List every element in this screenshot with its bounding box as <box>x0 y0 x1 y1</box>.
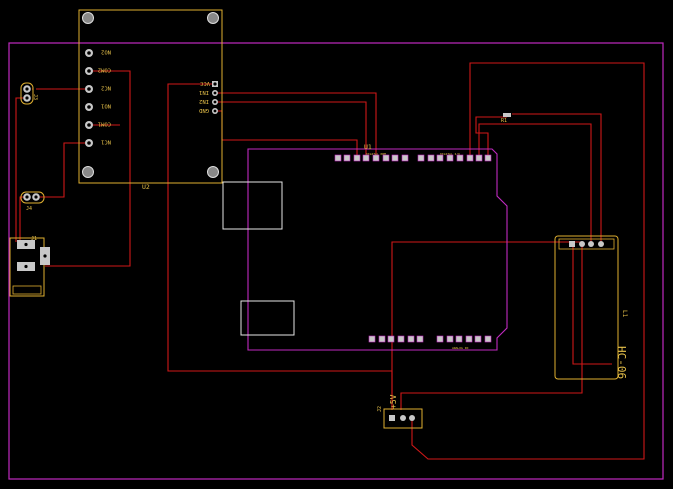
power-connector-j2: +5V J2 <box>377 394 423 429</box>
relay-pin <box>85 85 93 93</box>
r1-designator: R1 <box>501 118 507 124</box>
relay-pin-label: IN1 <box>199 89 209 95</box>
relay-pin-label: NO1 <box>101 103 111 109</box>
bluetooth-pin <box>579 241 585 247</box>
relay-pin-label: COM1 <box>98 121 111 127</box>
usb-connector <box>222 181 283 230</box>
relay-pin-label: IN2 <box>199 98 209 104</box>
bluetooth-pin <box>598 241 604 247</box>
j1-designator: J1 <box>31 236 37 242</box>
power-jack-outline <box>240 300 295 336</box>
relay-pin-label: NC2 <box>101 85 111 91</box>
bluetooth-pin <box>569 241 575 247</box>
header-label-analog: ANALOG IN <box>452 346 468 350</box>
relay-pin <box>85 67 93 75</box>
terminal-j4: J4 <box>20 191 45 212</box>
bluetooth-pin <box>588 241 594 247</box>
bluetooth-header <box>558 238 615 250</box>
j4-designator: J4 <box>26 206 32 212</box>
bluetooth-label: HC-06 <box>615 346 628 379</box>
relay-outline <box>78 9 223 184</box>
bluetooth-module: HC-06 L1 <box>554 235 628 380</box>
relay-pin-label: GND <box>199 107 209 113</box>
pcb-layout: NO2 COM2 NC2 NO1 COM1 NC1 VCC IN1 IN2 GN… <box>8 9 664 480</box>
bluetooth-outline <box>554 235 619 380</box>
j2-label: +5V <box>389 394 398 409</box>
arduino-outline <box>247 148 508 351</box>
relay-pin <box>212 90 218 96</box>
relay-designator: U2 <box>142 183 150 191</box>
u1-designator: U1 <box>364 143 372 151</box>
relay-pin <box>85 103 93 111</box>
relay-pin-label: NC1 <box>101 139 111 145</box>
header-bottom-left <box>368 335 424 343</box>
relay-pin <box>212 81 218 87</box>
terminal-j3: J3 <box>20 82 38 105</box>
relay-pin <box>85 49 93 57</box>
j3-designator: J3 <box>32 94 38 100</box>
mounting-hole <box>82 166 94 178</box>
header-bottom-right <box>436 335 492 343</box>
relay-pin <box>85 139 93 147</box>
relay-pin-label: COM2 <box>98 67 111 73</box>
mounting-hole <box>207 12 219 24</box>
bluetooth-designator: L1 <box>621 310 628 318</box>
resistor-r1: R1 <box>501 113 511 124</box>
mounting-hole <box>207 166 219 178</box>
relay-pin-label: VCC <box>200 80 210 86</box>
mounting-hole <box>82 12 94 24</box>
j2-designator: J2 <box>377 406 383 412</box>
dc-jack-j1: J1 <box>9 236 50 297</box>
relay-pin <box>85 121 93 129</box>
relay-pin <box>212 108 218 114</box>
relay-pin <box>212 99 218 105</box>
relay-module: NO2 COM2 NC2 NO1 COM1 NC1 VCC IN1 IN2 GN… <box>78 9 223 191</box>
relay-pin-label: NO2 <box>101 49 111 55</box>
arduino-board: U1 DIGITAL PWM DIGITAL I/O ANALOG IN <box>222 143 508 351</box>
